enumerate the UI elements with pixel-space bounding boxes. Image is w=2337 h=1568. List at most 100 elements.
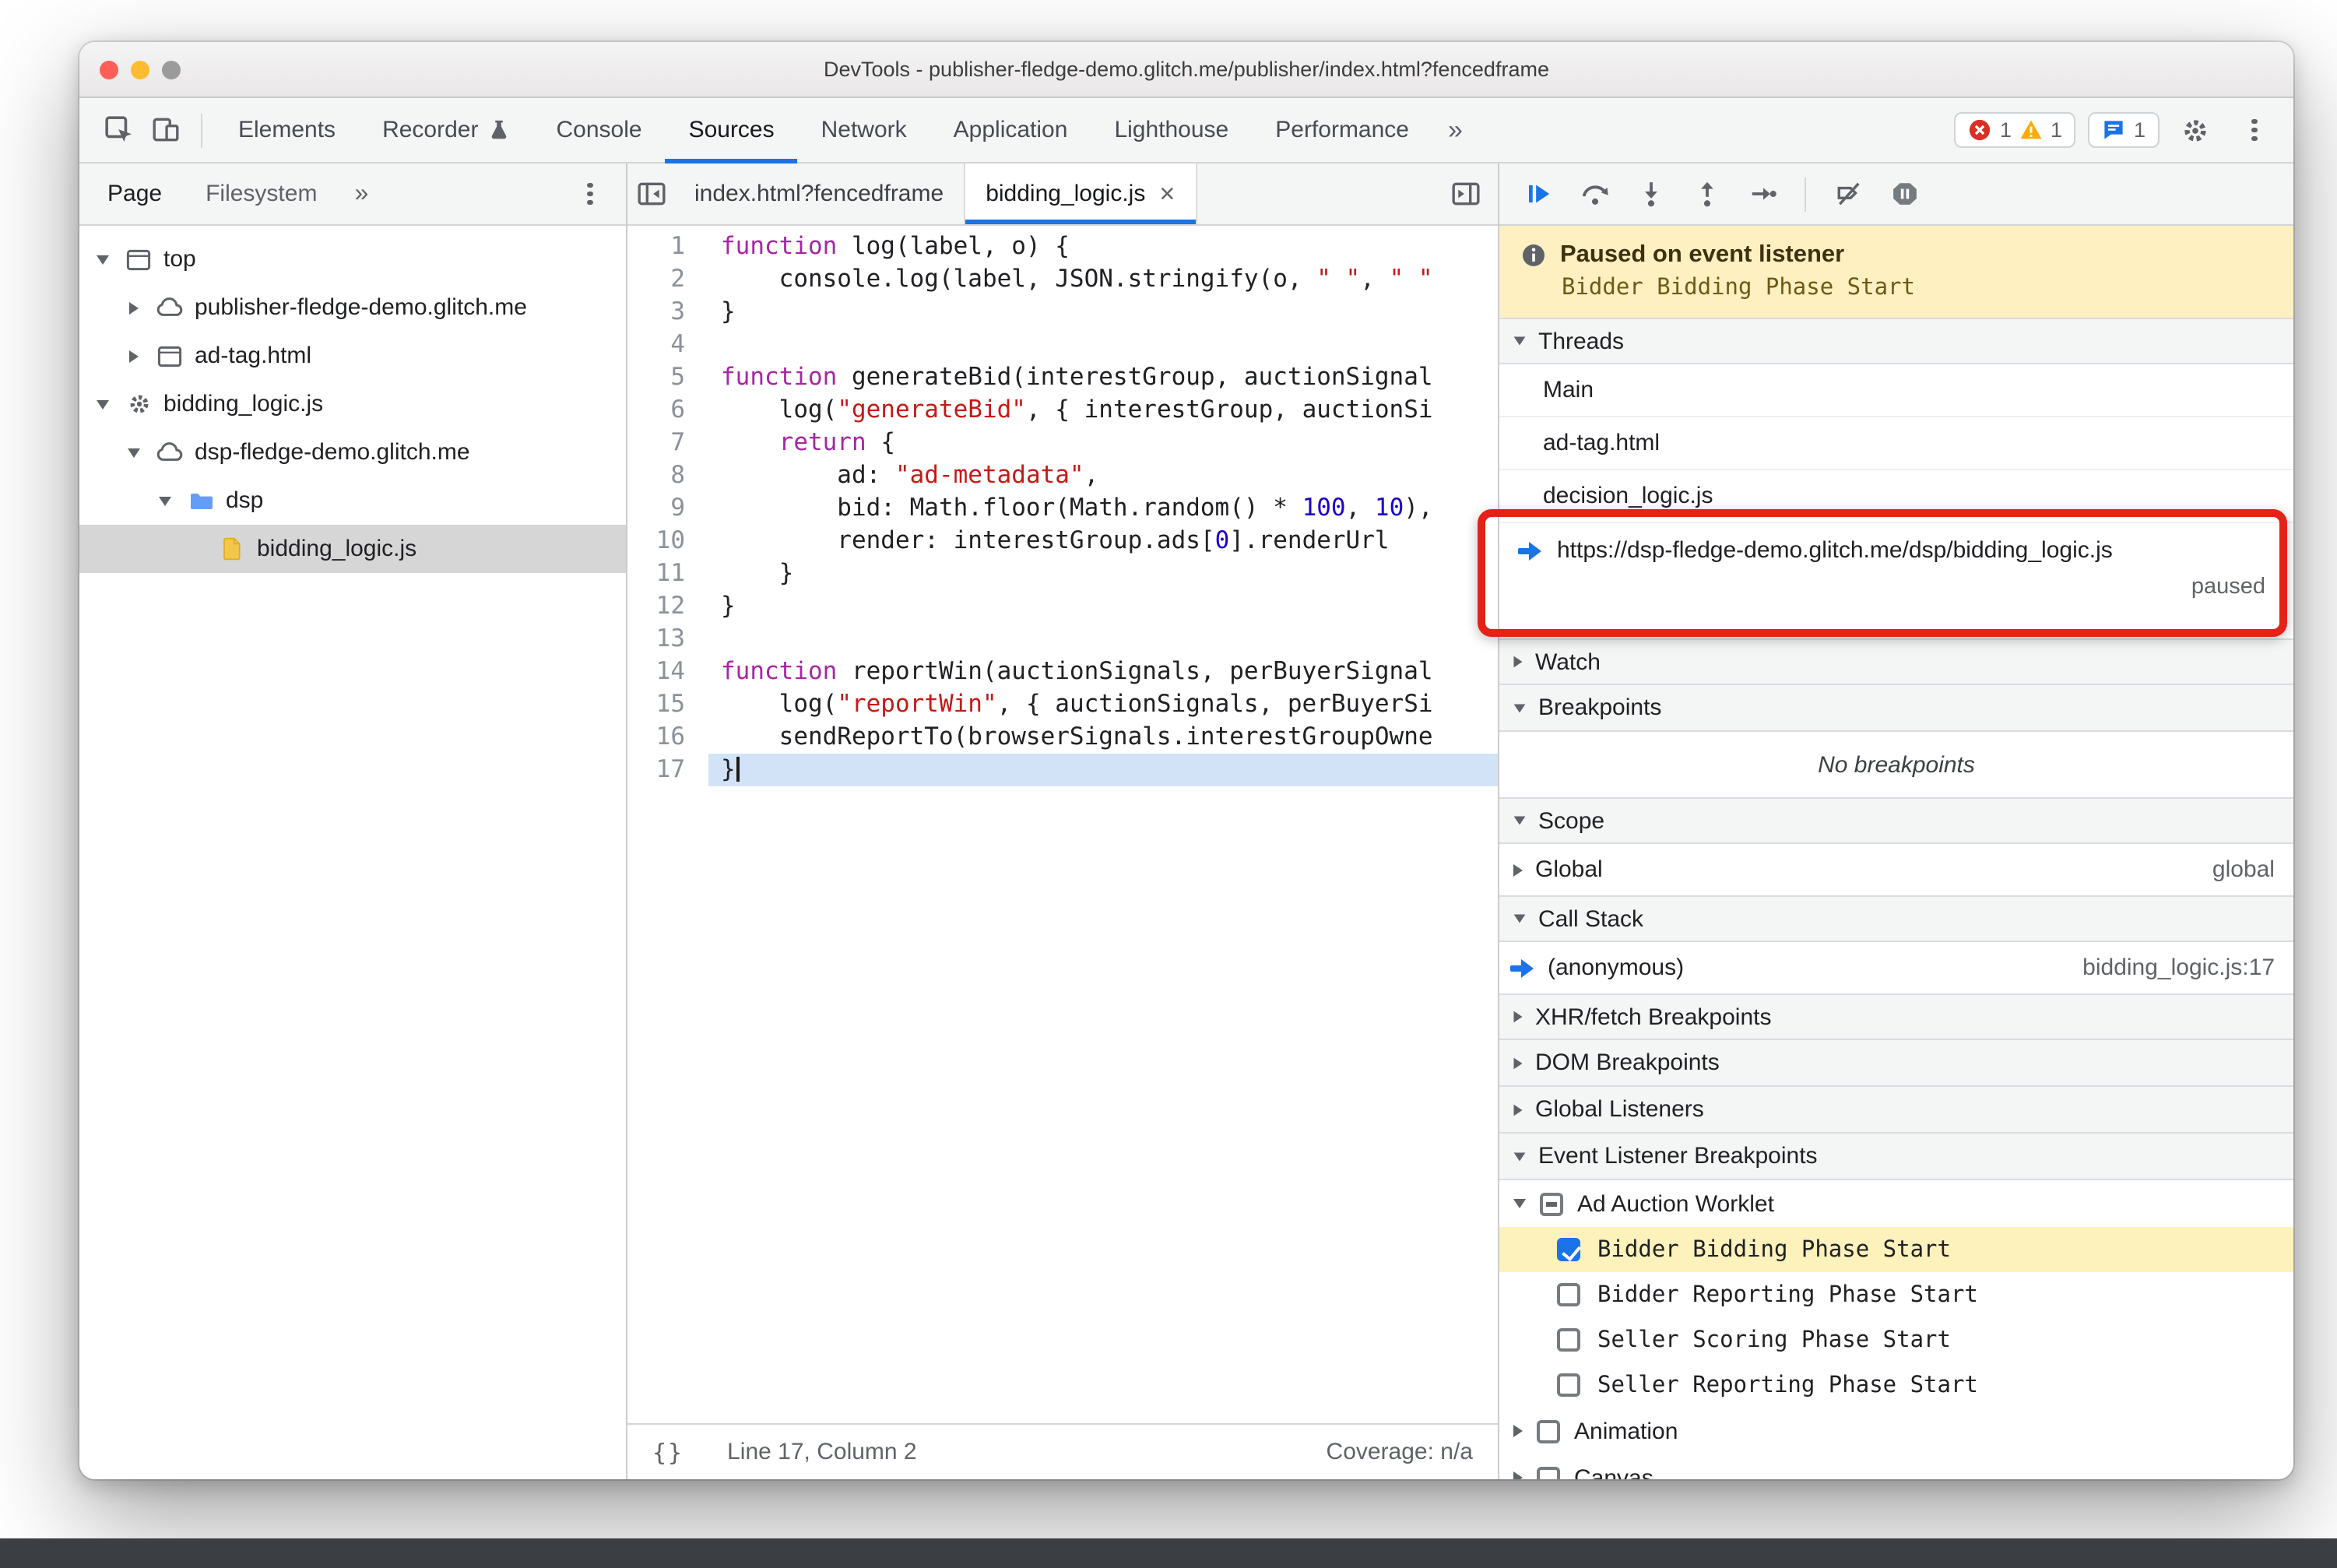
close-window-button[interactable] xyxy=(100,60,118,79)
threads-section-header[interactable]: Threads xyxy=(1499,318,2293,364)
elb-category-ad-auction-worklet[interactable]: Ad Auction Worklet xyxy=(1499,1180,2293,1227)
elb-category-animation[interactable]: Animation xyxy=(1499,1408,2293,1454)
errors-warnings-badge[interactable]: 1 1 xyxy=(1954,112,2076,148)
close-tab-icon[interactable]: × xyxy=(1159,181,1175,207)
expand-arrow-icon[interactable] xyxy=(1513,1103,1523,1116)
line-number[interactable]: 8 xyxy=(627,459,708,492)
line-number[interactable]: 11 xyxy=(627,557,708,590)
thread-item-ad-tag-html[interactable]: ad-tag.html xyxy=(1499,417,2293,470)
navigator-menu-icon[interactable] xyxy=(567,171,613,217)
tree-item-dsp[interactable]: dsp xyxy=(79,476,626,525)
collapse-arrow-icon[interactable] xyxy=(128,448,140,457)
xhr-breakpoints-section-header[interactable]: XHR/fetch Breakpoints xyxy=(1499,993,2293,1040)
event-listener-breakpoints-section-header[interactable]: Event Listener Breakpoints xyxy=(1499,1134,2293,1180)
editor-tab-index-html-fencedframe[interactable]: index.html?fencedframe xyxy=(674,163,966,224)
elb-item-seller-scoring-phase-start[interactable]: Seller Scoring Phase Start xyxy=(1499,1317,2293,1362)
device-toolbar-icon[interactable] xyxy=(142,107,188,153)
tab-application[interactable]: Application xyxy=(930,97,1091,163)
breakpoints-section-header[interactable]: Breakpoints xyxy=(1499,685,2293,732)
line-number[interactable]: 16 xyxy=(627,721,708,754)
deactivate-breakpoints-button[interactable] xyxy=(1822,171,1875,217)
tree-item-bidding-logic-js[interactable]: bidding_logic.js xyxy=(79,380,626,428)
more-panels-chevron[interactable]: » xyxy=(1432,114,1478,146)
sidebar-tab-filesystem[interactable]: Filesystem xyxy=(184,163,339,224)
collapse-arrow-icon[interactable] xyxy=(1513,816,1526,825)
elb-category-canvas[interactable]: Canvas xyxy=(1499,1454,2293,1479)
scope-global-row[interactable]: Global global xyxy=(1499,844,2293,895)
checkbox-indeterminate[interactable] xyxy=(1540,1192,1563,1215)
global-listeners-section-header[interactable]: Global Listeners xyxy=(1499,1087,2293,1134)
checkbox-unchecked[interactable] xyxy=(1537,1419,1560,1443)
expand-arrow-icon[interactable] xyxy=(1513,1011,1523,1023)
editor-tab-bidding-logic-js[interactable]: bidding_logic.js × xyxy=(965,163,1197,224)
more-options-icon[interactable] xyxy=(2231,107,2278,153)
checkbox-unchecked[interactable] xyxy=(1557,1373,1580,1397)
tree-item-publisher-fledge-demo-glitch-me[interactable]: publisher-fledge-demo.glitch.me xyxy=(79,283,626,332)
step-button[interactable] xyxy=(1736,171,1789,217)
tab-recorder[interactable]: Recorder xyxy=(359,97,532,163)
tree-item-dsp-fledge-demo-glitch-me[interactable]: dsp-fledge-demo.glitch.me xyxy=(79,428,626,476)
tab-network[interactable]: Network xyxy=(798,97,930,163)
collapse-arrow-icon[interactable] xyxy=(159,496,171,505)
tree-item-bidding-logic-js[interactable]: bidding_logic.js xyxy=(79,525,626,573)
issues-badge[interactable]: 1 xyxy=(2088,112,2160,148)
window-titlebar[interactable]: DevTools - publisher-fledge-demo.glitch.… xyxy=(79,42,2293,98)
collapse-arrow-icon[interactable] xyxy=(97,255,109,264)
step-into-button[interactable] xyxy=(1624,171,1677,217)
sidebar-tab-page[interactable]: Page xyxy=(86,163,184,224)
hide-navigator-icon[interactable] xyxy=(627,171,674,217)
thread-item-active[interactable]: https://dsp-fledge-demo.glitch.me/dsp/bi… xyxy=(1478,509,2293,638)
elb-item-seller-reporting-phase-start[interactable]: Seller Reporting Phase Start xyxy=(1499,1362,2293,1408)
step-over-button[interactable] xyxy=(1568,171,1621,217)
line-number[interactable]: 17 xyxy=(627,754,708,786)
tab-sources[interactable]: Sources xyxy=(666,97,798,163)
call-stack-frame-row[interactable]: (anonymous) bidding_logic.js:17 xyxy=(1499,942,2293,993)
tree-item-ad-tag-html[interactable]: ad-tag.html xyxy=(79,332,626,380)
checkbox-unchecked[interactable] xyxy=(1557,1283,1580,1306)
line-number[interactable]: 13 xyxy=(627,623,708,656)
line-number[interactable]: 1 xyxy=(627,230,708,263)
line-number[interactable]: 10 xyxy=(627,525,708,557)
checkbox-unchecked[interactable] xyxy=(1557,1328,1580,1352)
line-number[interactable]: 15 xyxy=(627,688,708,721)
checkbox-unchecked[interactable] xyxy=(1537,1466,1560,1479)
inspect-element-icon[interactable] xyxy=(95,107,142,153)
line-number[interactable]: 6 xyxy=(627,394,708,427)
collapse-arrow-icon[interactable] xyxy=(1513,1151,1526,1161)
minimize-window-button[interactable] xyxy=(131,60,149,79)
line-number[interactable]: 4 xyxy=(627,329,708,361)
pause-on-exceptions-button[interactable] xyxy=(1878,171,1931,217)
line-number[interactable]: 5 xyxy=(627,361,708,394)
tab-console[interactable]: Console xyxy=(532,97,665,163)
tree-item-top[interactable]: top xyxy=(79,235,626,283)
line-number[interactable]: 3 xyxy=(627,296,708,329)
toggle-debugger-sidebar-icon[interactable] xyxy=(1442,171,1488,217)
collapse-arrow-icon[interactable] xyxy=(1513,703,1526,712)
call-stack-section-header[interactable]: Call Stack xyxy=(1499,895,2293,942)
expand-arrow-icon[interactable] xyxy=(1513,863,1523,876)
expand-arrow-icon[interactable] xyxy=(129,301,139,314)
elb-item-bidder-bidding-phase-start[interactable]: Bidder Bidding Phase Start xyxy=(1499,1227,2293,1272)
code-editor[interactable]: 1 function log(label, o) {2 console.log(l… xyxy=(627,226,1498,1423)
expand-arrow-icon[interactable] xyxy=(1513,1425,1523,1437)
pretty-print-icon[interactable]: {} xyxy=(652,1438,684,1466)
thread-item-decision-logic-js[interactable]: decision_logic.js xyxy=(1499,470,2293,523)
tab-lighthouse[interactable]: Lighthouse xyxy=(1091,97,1252,163)
collapse-arrow-icon[interactable] xyxy=(1513,336,1526,346)
elb-item-bidder-reporting-phase-start[interactable]: Bidder Reporting Phase Start xyxy=(1499,1272,2293,1317)
expand-arrow-icon[interactable] xyxy=(1513,1056,1523,1069)
resume-script-button[interactable] xyxy=(1512,171,1565,217)
dom-breakpoints-section-header[interactable]: DOM Breakpoints xyxy=(1499,1040,2293,1087)
tab-performance[interactable]: Performance xyxy=(1252,97,1432,163)
line-number[interactable]: 7 xyxy=(627,427,708,459)
watch-section-header[interactable]: Watch xyxy=(1499,638,2293,685)
expand-arrow-icon[interactable] xyxy=(1513,656,1523,668)
line-number[interactable]: 14 xyxy=(627,656,708,688)
checkbox-checked[interactable] xyxy=(1557,1238,1580,1261)
more-sidebar-tabs-chevron[interactable]: » xyxy=(339,180,384,208)
line-number[interactable]: 9 xyxy=(627,492,708,525)
expand-arrow-icon[interactable] xyxy=(1513,1471,1523,1479)
collapse-arrow-icon[interactable] xyxy=(97,399,109,409)
settings-gear-icon[interactable] xyxy=(2172,107,2219,153)
collapse-arrow-icon[interactable] xyxy=(1513,1199,1526,1208)
